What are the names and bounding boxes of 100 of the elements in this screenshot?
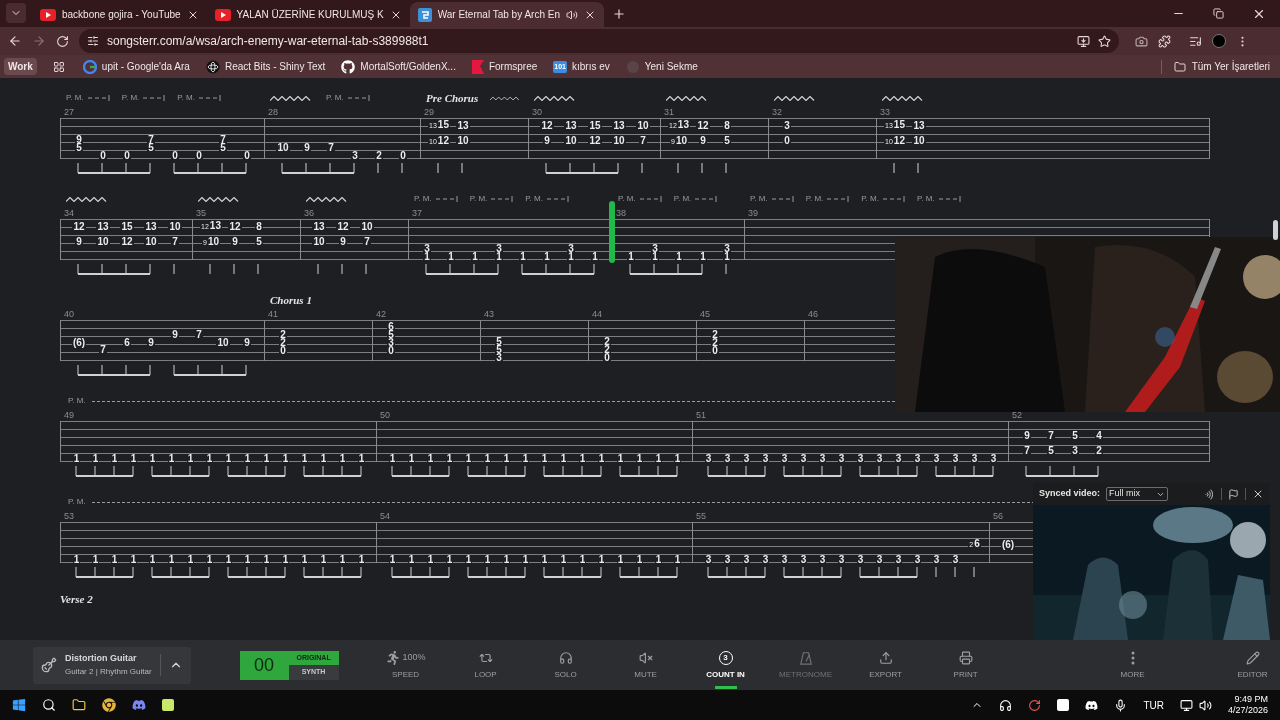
tray-headset-icon[interactable] <box>999 698 1013 712</box>
fret-number: 1 <box>521 453 530 463</box>
reload-icon[interactable] <box>56 34 69 48</box>
browser-icon[interactable] <box>102 698 116 712</box>
tray-sync-icon[interactable] <box>1028 698 1042 712</box>
tray-chat-icon[interactable] <box>1085 698 1099 712</box>
chat-icon[interactable] <box>132 698 146 712</box>
clock[interactable]: 9:49 PM 4/27/2026 <box>1227 694 1268 716</box>
mix-select[interactable]: Full mix <box>1106 487 1169 501</box>
new-tab-icon[interactable] <box>611 7 626 21</box>
track-name: Guitar 2 | Rhythm Guitar <box>65 665 152 678</box>
playhead-marker[interactable] <box>609 201 615 263</box>
address-field[interactable]: songsterr.com/a/wsa/arch-enemy-war-eternal-tab-s389988t1 <box>79 29 1119 53</box>
profile-chip[interactable]: Work <box>4 58 37 75</box>
close-icon[interactable] <box>1252 488 1264 500</box>
fret-number: 1 <box>483 453 492 463</box>
fret-number: 0 <box>99 150 107 160</box>
camera-icon[interactable] <box>1135 34 1148 48</box>
start-icon[interactable] <box>12 698 26 712</box>
fret-number: 1 <box>338 554 347 564</box>
app-icon[interactable] <box>162 699 174 711</box>
browser-tab[interactable]: YALAN ÜZERİNE KURULMUŞ K <box>206 2 410 27</box>
fret-number: 1 <box>388 554 397 564</box>
fret-number: 1 <box>597 453 606 463</box>
palm-mute-label: P. M. <box>469 193 488 205</box>
toolbar-button[interactable]: MORE <box>1092 640 1173 690</box>
palm-mute-label: P. M. <box>618 193 636 205</box>
back-icon[interactable] <box>8 34 22 48</box>
guitar-icon <box>41 657 57 673</box>
extensions-icon[interactable] <box>1158 34 1171 48</box>
flag-icon[interactable] <box>1228 488 1239 500</box>
search-icon[interactable] <box>42 698 56 712</box>
forward-icon[interactable] <box>32 34 46 48</box>
palm-mute-label: P. M. <box>177 92 195 104</box>
palm-mute-label: P. M. <box>916 193 935 205</box>
tab-title: War Eternal Tab by Arch En <box>437 8 560 22</box>
fret-number: 0 <box>123 150 131 160</box>
fret-number: 7 <box>219 135 227 145</box>
fret-number: 1 <box>357 453 366 463</box>
toolbar-button[interactable]: PRINT <box>925 640 1006 690</box>
folder-icon[interactable] <box>72 698 86 712</box>
toolbar-button[interactable]: 100% SPEED <box>365 640 446 690</box>
fret-number: 2 <box>603 336 611 346</box>
fret-number: 0 <box>603 352 611 362</box>
fret-number: 1 <box>110 554 119 564</box>
network-icon[interactable] <box>1179 698 1193 712</box>
bookmark-star-icon[interactable] <box>1098 34 1111 48</box>
fret-number: 1 <box>502 554 511 564</box>
volume-icon[interactable] <box>1198 698 1212 712</box>
toolbar-button[interactable]: MUTE <box>605 640 686 690</box>
fret-number: 1 <box>559 453 568 463</box>
speaker-icon[interactable] <box>565 8 578 21</box>
browser-tab[interactable]: War Eternal Tab by Arch En <box>409 2 604 27</box>
fret-number: 1 <box>464 453 473 463</box>
fret-number: 5 <box>1047 446 1055 456</box>
toolbar-button[interactable]: 3 COUNT IN <box>685 640 766 690</box>
fret-number: 15 <box>120 221 134 231</box>
instrument-selector[interactable]: Distortion Guitar Guitar 2 | Rhythm Guitar <box>33 646 191 684</box>
restore-icon[interactable] <box>1213 8 1224 19</box>
profile-avatar[interactable] <box>1212 34 1226 48</box>
fret-number: 10 <box>564 136 578 145</box>
tab-list-button[interactable] <box>6 3 26 23</box>
toolbar-button[interactable]: EDITOR <box>1212 640 1280 690</box>
apps-icon[interactable] <box>52 60 65 73</box>
bookmark-item[interactable]: upit - Google'da Ara <box>80 59 192 74</box>
audio-sync-icon[interactable] <box>1204 488 1215 500</box>
toolbar-button[interactable]: SOLO <box>525 640 606 690</box>
measure-number: 52 <box>1011 409 1023 421</box>
install-icon[interactable] <box>1077 34 1090 48</box>
fret-number: 2 <box>279 337 287 347</box>
tray-app-icon[interactable] <box>1057 699 1070 711</box>
fret-number: 1 <box>407 554 416 564</box>
fret-number: 1 <box>673 453 682 463</box>
bookmark-item[interactable]: React Bits - Shiny Text <box>203 59 328 74</box>
measure-number: 53 <box>63 510 75 522</box>
language-indicator[interactable]: TUR <box>1143 697 1164 713</box>
site-info-icon[interactable] <box>87 35 99 47</box>
toolbar-button[interactable]: EXPORT <box>845 640 926 690</box>
fret-number: 13 <box>912 120 926 130</box>
bookmark-item[interactable]: MortalSoft/GoldenX... <box>339 59 458 74</box>
bookmark-item[interactable]: Formspree <box>469 59 540 74</box>
fret-number: 10 <box>216 337 230 347</box>
fret-number: 1 <box>464 554 473 564</box>
scrollbar-thumb[interactable] <box>1273 220 1278 240</box>
fret-number: 5 <box>387 330 395 339</box>
browser-tab[interactable]: backbone gojira - YouTube <box>32 2 207 27</box>
fret-number: 3 <box>495 243 503 253</box>
google-icon <box>82 59 97 74</box>
bookmark-item[interactable]: Yeni Sekme <box>623 59 700 74</box>
fret-number: 3 <box>894 554 903 564</box>
fret-number: 1 <box>262 554 271 564</box>
all-bookmarks-button[interactable]: Tüm Yer İşaretleri <box>1173 59 1276 74</box>
fret-number: 3 <box>799 453 808 463</box>
microphone-icon[interactable] <box>1114 698 1128 712</box>
media-icon[interactable] <box>1189 34 1202 48</box>
toolbar-button[interactable]: LOOP <box>445 640 526 690</box>
instrument-name: Distortion Guitar <box>65 652 138 666</box>
fret-number: 12 <box>588 136 602 145</box>
fret-number: 1 <box>224 453 233 463</box>
fret-number: 2 <box>1095 446 1103 456</box>
